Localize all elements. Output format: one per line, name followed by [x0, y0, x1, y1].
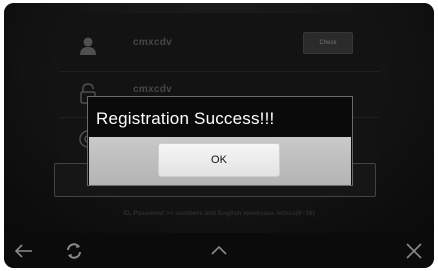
close-icon[interactable] [404, 241, 424, 261]
ok-button[interactable]: OK [158, 143, 280, 177]
dialog-title: Registration Success!!! [96, 109, 275, 128]
device-frame: cmxcdv Check cmxcdv ID, Password >> numb… [4, 3, 434, 268]
chevron-up-icon[interactable] [209, 241, 229, 261]
success-dialog: Registration Success!!! OK [87, 96, 353, 186]
refresh-icon[interactable] [64, 241, 84, 261]
system-navbar [4, 233, 434, 268]
dialog-footer: OK [89, 137, 351, 185]
app-screen: cmxcdv Check cmxcdv ID, Password >> numb… [4, 3, 434, 233]
back-arrow-icon[interactable] [14, 241, 34, 261]
